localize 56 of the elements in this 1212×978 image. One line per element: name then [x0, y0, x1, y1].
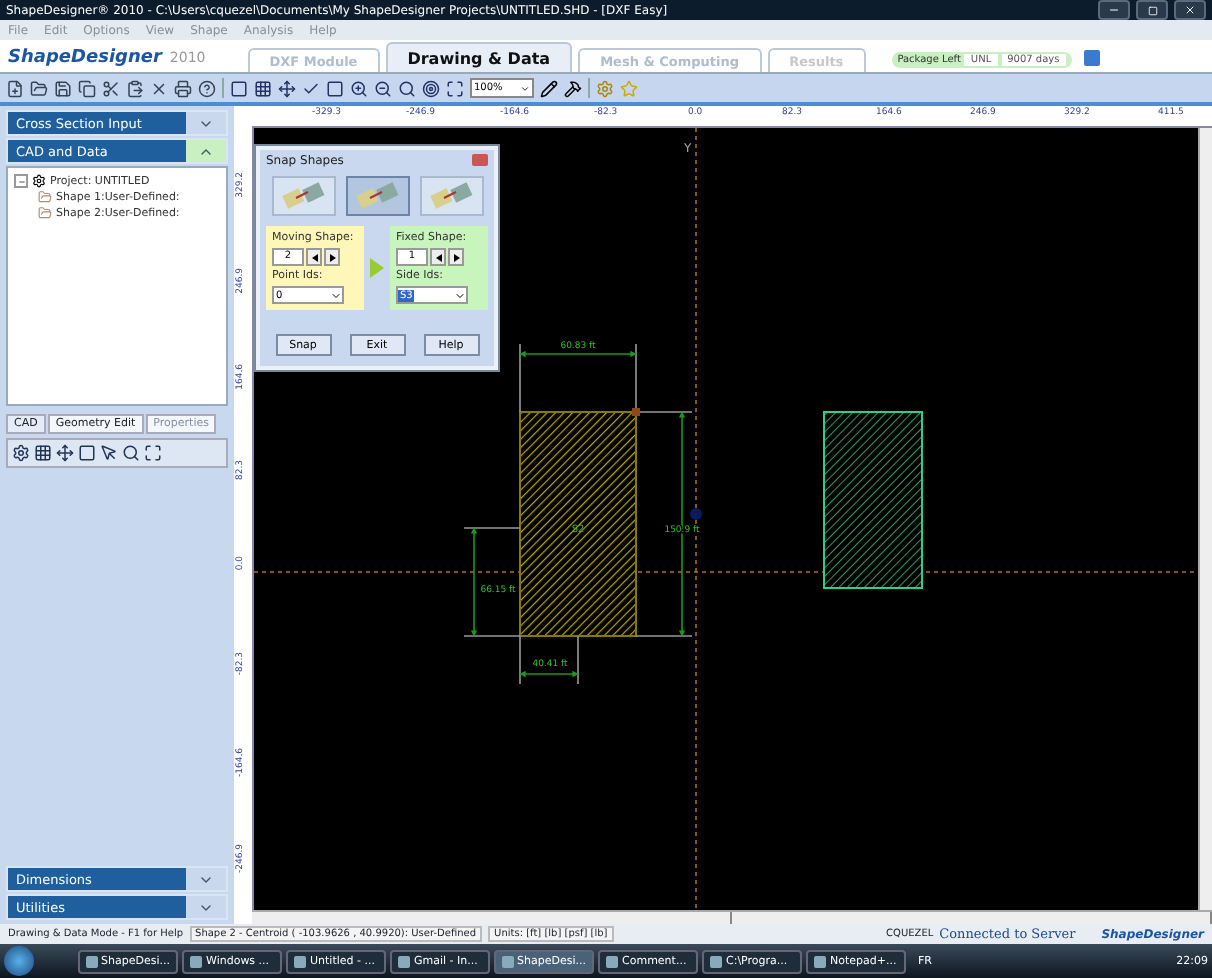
move-icon[interactable] — [278, 79, 296, 97]
previous-button[interactable] — [430, 248, 446, 266]
zoom-out-icon[interactable] — [374, 79, 392, 97]
previous-button[interactable] — [306, 248, 322, 266]
next-button[interactable] — [324, 248, 340, 266]
search-icon[interactable] — [398, 79, 416, 97]
close-icon — [1184, 4, 1196, 16]
help-icon[interactable] — [198, 79, 216, 97]
start-button[interactable] — [4, 946, 34, 976]
caret-icon — [454, 289, 466, 301]
tiles-icon — [355, 182, 399, 210]
hammer-icon[interactable] — [564, 79, 582, 97]
folder-icon[interactable] — [30, 79, 48, 97]
tiles-icon — [281, 182, 325, 210]
tiles-icon — [429, 182, 473, 210]
pointer-icon[interactable] — [100, 444, 118, 462]
pencil-icon[interactable] — [540, 79, 558, 97]
minimize-button[interactable] — [1098, 0, 1130, 20]
square-icon[interactable] — [230, 79, 248, 97]
square-icon[interactable] — [326, 79, 344, 97]
new-file-icon[interactable] — [6, 79, 24, 97]
delete-icon[interactable] — [150, 79, 168, 97]
target-icon[interactable] — [422, 79, 440, 97]
collapse-icon[interactable] — [14, 174, 28, 188]
copy-icon[interactable] — [78, 79, 96, 97]
caret-icon — [520, 83, 530, 93]
app-logo: ShapeDesigner — [8, 47, 162, 67]
maximize-button[interactable] — [1136, 0, 1168, 20]
save-icon[interactable] — [54, 79, 72, 97]
grid-icon[interactable] — [254, 79, 272, 97]
maximize-icon — [1147, 5, 1157, 15]
fit-icon[interactable] — [446, 79, 464, 97]
grid-icon[interactable] — [34, 444, 52, 462]
zoom-in-icon[interactable] — [350, 79, 368, 97]
minimize-icon — [1108, 4, 1120, 16]
star-icon[interactable] — [620, 79, 638, 97]
hatched-rectangle[interactable] — [823, 411, 923, 589]
move-icon[interactable] — [56, 444, 74, 462]
next-button[interactable] — [448, 248, 464, 266]
vertex-marker — [632, 408, 640, 416]
module-tab[interactable]: Drawing & Data — [385, 42, 573, 72]
horizontal-scrollbar[interactable] — [252, 910, 1212, 924]
gear-icon[interactable] — [12, 444, 30, 462]
fit-icon[interactable] — [144, 444, 162, 462]
search-icon[interactable] — [122, 444, 140, 462]
printer-icon[interactable] — [174, 79, 192, 97]
hatched-rectangle[interactable] — [519, 411, 637, 637]
clipboard-icon[interactable] — [126, 79, 144, 97]
square-icon[interactable] — [78, 444, 96, 462]
scissors-icon[interactable] — [102, 79, 120, 97]
vertical-scrollbar[interactable] — [1198, 128, 1212, 910]
caret-icon — [330, 289, 342, 301]
check-icon[interactable] — [302, 79, 320, 97]
help-button[interactable] — [1083, 50, 1100, 66]
project-icon — [32, 174, 46, 188]
centroid-marker — [690, 508, 702, 520]
